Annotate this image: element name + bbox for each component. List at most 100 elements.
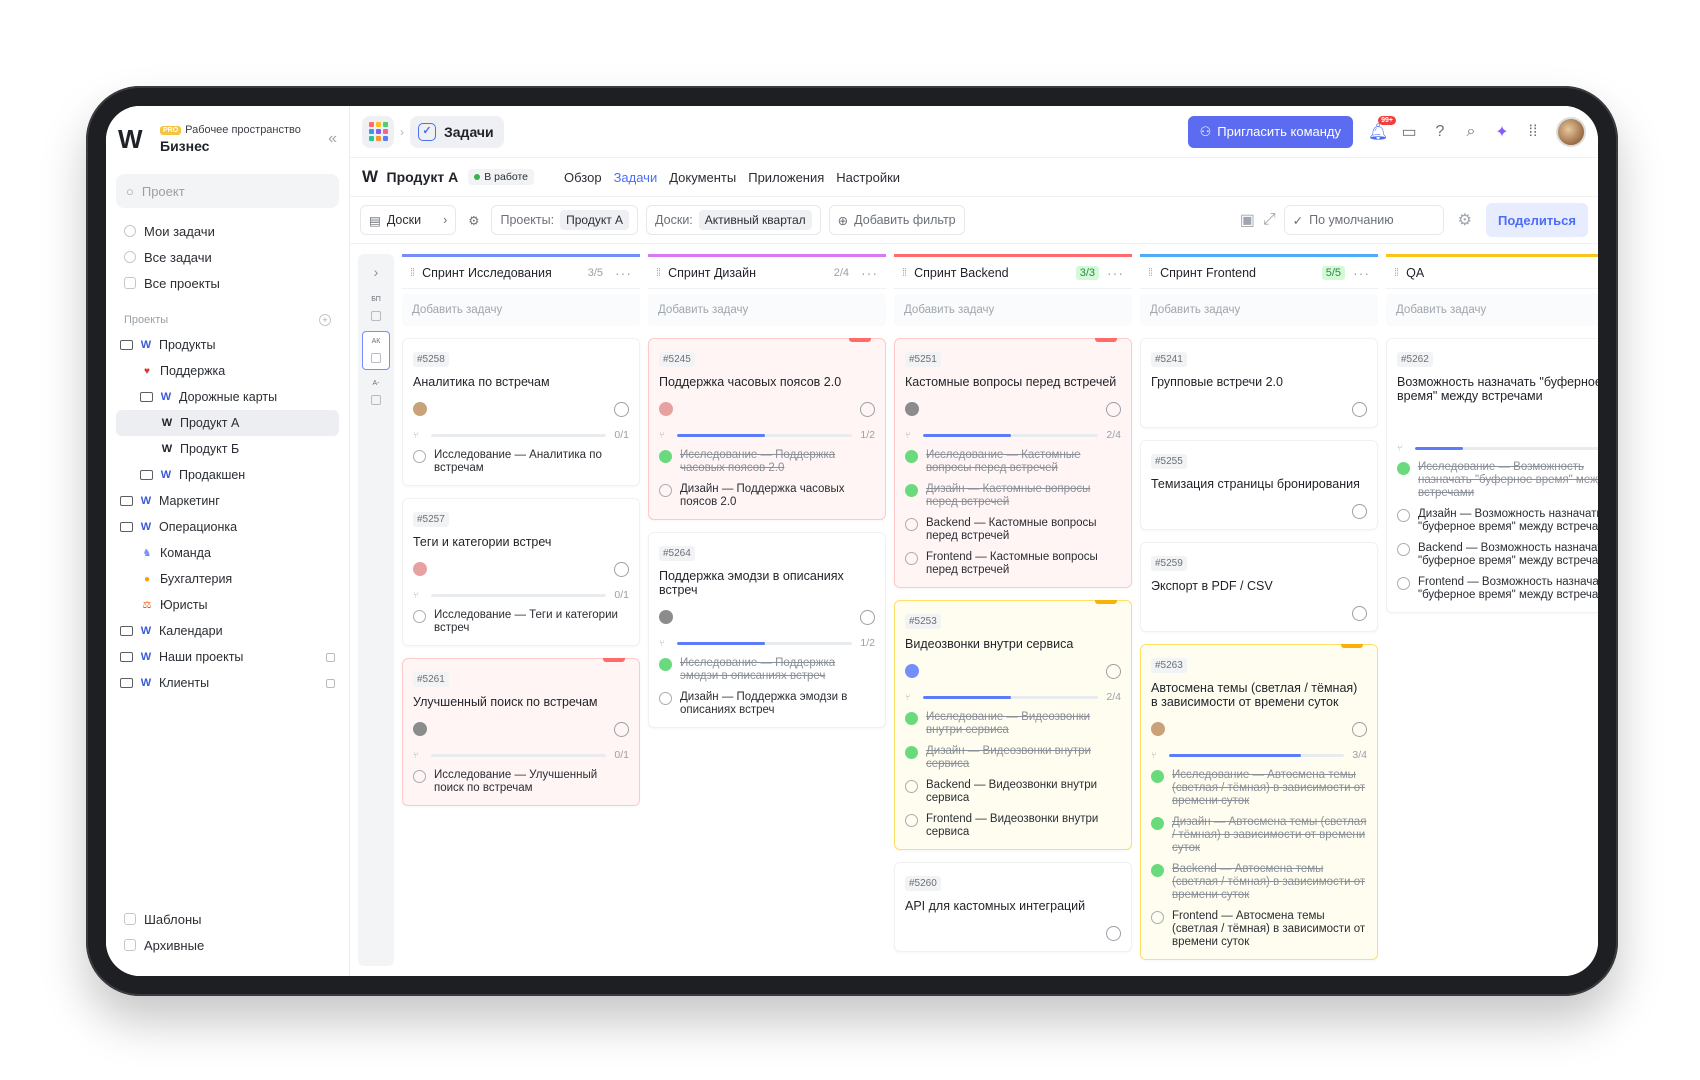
sort-selector[interactable]: ✓ По умолчанию [1283, 205, 1444, 235]
more-icon[interactable]: ··· [861, 265, 878, 281]
project-tab[interactable]: Обзор [564, 170, 602, 185]
subtask-item[interactable]: Исследование — Аналитика по встречам [413, 449, 629, 475]
tree-item[interactable]: ● Бухгалтерия [106, 566, 349, 592]
complete-checkbox[interactable] [1106, 663, 1121, 679]
drag-handle-icon[interactable]: ⁞⁞ [1394, 267, 1399, 279]
assignee-avatar[interactable] [1151, 722, 1165, 736]
rail-board-3[interactable]: А- [362, 374, 390, 411]
assignee-avatar[interactable] [659, 402, 673, 416]
column-header[interactable]: ⁞⁞ Спринт Backend 3/3 ··· [894, 254, 1132, 288]
subtask-checkbox[interactable] [905, 814, 918, 827]
boards-filter[interactable]: Доски: Активный квартал [646, 205, 821, 235]
more-icon[interactable]: ··· [1107, 265, 1124, 281]
complete-checkbox[interactable] [1352, 401, 1367, 417]
subtask-checkbox[interactable] [659, 692, 672, 705]
subtask-item[interactable]: Frontend — Возможность назначать "буферн… [1397, 576, 1598, 602]
column-header[interactable]: ⁞⁞ Спринт Frontend 5/5 ··· [1140, 254, 1378, 288]
assignee-avatar[interactable] [413, 722, 427, 736]
expand-rail-icon[interactable]: › [362, 258, 390, 286]
project-tab[interactable]: Задачи [614, 170, 658, 185]
rail-board-2[interactable]: АК [362, 331, 390, 370]
add-task-input[interactable]: Добавить задачу [1140, 294, 1378, 326]
drag-handle-icon[interactable]: ⁞⁞ [1148, 267, 1153, 279]
complete-checkbox[interactable] [860, 401, 875, 417]
task-card[interactable]: #5241 Групповые встречи 2.0 [1140, 338, 1378, 428]
subtask-item[interactable]: Frontend — Кастомные вопросы перед встре… [905, 551, 1121, 577]
fullscreen-icon[interactable]: ⤢ [1263, 211, 1276, 229]
task-card[interactable]: #5259 Экспорт в PDF / CSV [1140, 542, 1378, 632]
subtask-checkbox[interactable] [1151, 864, 1164, 877]
subtask-item[interactable]: Исследование — Возможность назначать "бу… [1397, 461, 1598, 500]
subtask-item[interactable]: Backend — Видеозвонки внутри сервиса [905, 779, 1121, 805]
complete-checkbox[interactable] [614, 561, 629, 577]
subtask-checkbox[interactable] [905, 552, 918, 565]
subtask-item[interactable]: Frontend — Видеозвонки внутри сервиса [905, 813, 1121, 839]
complete-checkbox[interactable] [614, 721, 629, 737]
sidebar-nav-item[interactable]: Мои задачи [106, 218, 349, 244]
subtask-item[interactable]: Дизайн — Автосмена темы (светлая / тёмна… [1151, 816, 1367, 855]
sparkle-icon[interactable]: ✦ [1493, 123, 1511, 141]
task-card[interactable]: #5260 API для кастомных интеграций [894, 862, 1132, 952]
column-header[interactable]: ⁞⁞ Спринт Исследования 3/5 ··· [402, 254, 640, 288]
subtask-checkbox[interactable] [905, 746, 918, 759]
task-card[interactable]: #5253 Видеозвонки внутри сервиса ⑂ 2/4 Исс… [894, 600, 1132, 850]
task-card[interactable]: #5261 Улучшенный поиск по встречам ⑂ 0/1 И… [402, 658, 640, 806]
tree-item[interactable]: ♥ Поддержка [106, 358, 349, 384]
subtask-checkbox[interactable] [659, 484, 672, 497]
tree-item[interactable]: W Маркетинг [106, 488, 349, 514]
subtask-item[interactable]: Frontend — Автосмена темы (светлая / тём… [1151, 910, 1367, 949]
search-icon[interactable]: ⌕ [1462, 123, 1480, 141]
sidebar-bottom-item[interactable]: Архивные [106, 932, 349, 958]
filter-settings-icon[interactable]: ⚙︎ [464, 205, 484, 235]
complete-checkbox[interactable] [1106, 401, 1121, 417]
assignee-avatar[interactable] [413, 562, 427, 576]
task-card[interactable]: #5255 Темизация страницы бронирования [1140, 440, 1378, 530]
subtask-checkbox[interactable] [659, 658, 672, 671]
tasks-section-button[interactable]: ✓ Задачи [410, 115, 504, 148]
subtask-checkbox[interactable] [905, 780, 918, 793]
task-card[interactable]: #5251 Кастомные вопросы перед встречей ⑂… [894, 338, 1132, 588]
subtask-item[interactable]: Дизайн — Возможность назначать "буферное… [1397, 508, 1598, 534]
task-card[interactable]: #5257 Теги и категории встреч ⑂ 0/1 Исслед… [402, 498, 640, 646]
project-tab[interactable]: Документы [669, 170, 736, 185]
complete-checkbox[interactable] [1106, 925, 1121, 941]
subtask-checkbox[interactable] [1397, 577, 1410, 590]
save-icon[interactable]: ▣ [1240, 210, 1255, 230]
subtask-item[interactable]: Исследование — Теги и категории встреч [413, 609, 629, 635]
subtask-item[interactable]: Исследование — Улучшенный поиск по встре… [413, 769, 629, 795]
subtask-item[interactable]: Backend — Возможность назначать "буферно… [1397, 542, 1598, 568]
subtask-checkbox[interactable] [1397, 543, 1410, 556]
subtask-item[interactable]: Исследование — Поддержка часовых поясов … [659, 449, 875, 475]
tree-item[interactable]: W Продукт Б [106, 436, 349, 462]
tree-item[interactable]: W Дорожные карты [106, 384, 349, 410]
subtask-item[interactable]: Исследование — Автосмена темы (светлая /… [1151, 769, 1367, 808]
view-selector[interactable]: ▤ Доски › [360, 205, 457, 235]
add-filter-button[interactable]: ⊕ Добавить фильтр [828, 205, 965, 235]
subtask-checkbox[interactable] [659, 450, 672, 463]
status-badge[interactable]: В работе [468, 169, 535, 185]
add-project-icon[interactable]: + [319, 314, 331, 326]
tree-item[interactable]: W Клиенты [106, 670, 349, 696]
subtask-item[interactable]: Backend — Автосмена темы (светлая / тёмн… [1151, 863, 1367, 902]
subtask-item[interactable]: Исследование — Поддержка эмодзи в описан… [659, 657, 875, 683]
complete-checkbox[interactable] [1352, 721, 1367, 737]
invite-team-button[interactable]: ⚇ Пригласить команду [1187, 115, 1353, 148]
subtask-item[interactable]: Исследование — Видеозвонки внутри сервис… [905, 711, 1121, 737]
complete-checkbox[interactable] [614, 401, 629, 417]
tree-item[interactable]: W Продакшен [106, 462, 349, 488]
assignee-avatar[interactable] [905, 402, 919, 416]
subtask-item[interactable]: Дизайн — Видеозвонки внутри сервиса [905, 745, 1121, 771]
subtask-checkbox[interactable] [1151, 817, 1164, 830]
task-card[interactable]: #5258 Аналитика по встречам ⑂ 0/1 Исследов… [402, 338, 640, 486]
tree-item[interactable]: W Операционка [106, 514, 349, 540]
complete-checkbox[interactable] [1352, 503, 1367, 519]
subtask-checkbox[interactable] [413, 610, 426, 623]
projects-filter[interactable]: Проекты: Продукт А [491, 205, 639, 235]
sidebar-nav-item[interactable]: Все задачи [106, 244, 349, 270]
project-tab[interactable]: Приложения [748, 170, 824, 185]
subtask-checkbox[interactable] [905, 712, 918, 725]
column-header[interactable]: ⁞⁞ QA ··· [1386, 254, 1598, 288]
task-card[interactable]: #5264 Поддержка эмодзи в описаниях встре… [648, 532, 886, 728]
sidebar-nav-item[interactable]: Все проекты [106, 270, 349, 296]
drag-handle-icon[interactable]: ⁞⁞ [410, 267, 415, 279]
